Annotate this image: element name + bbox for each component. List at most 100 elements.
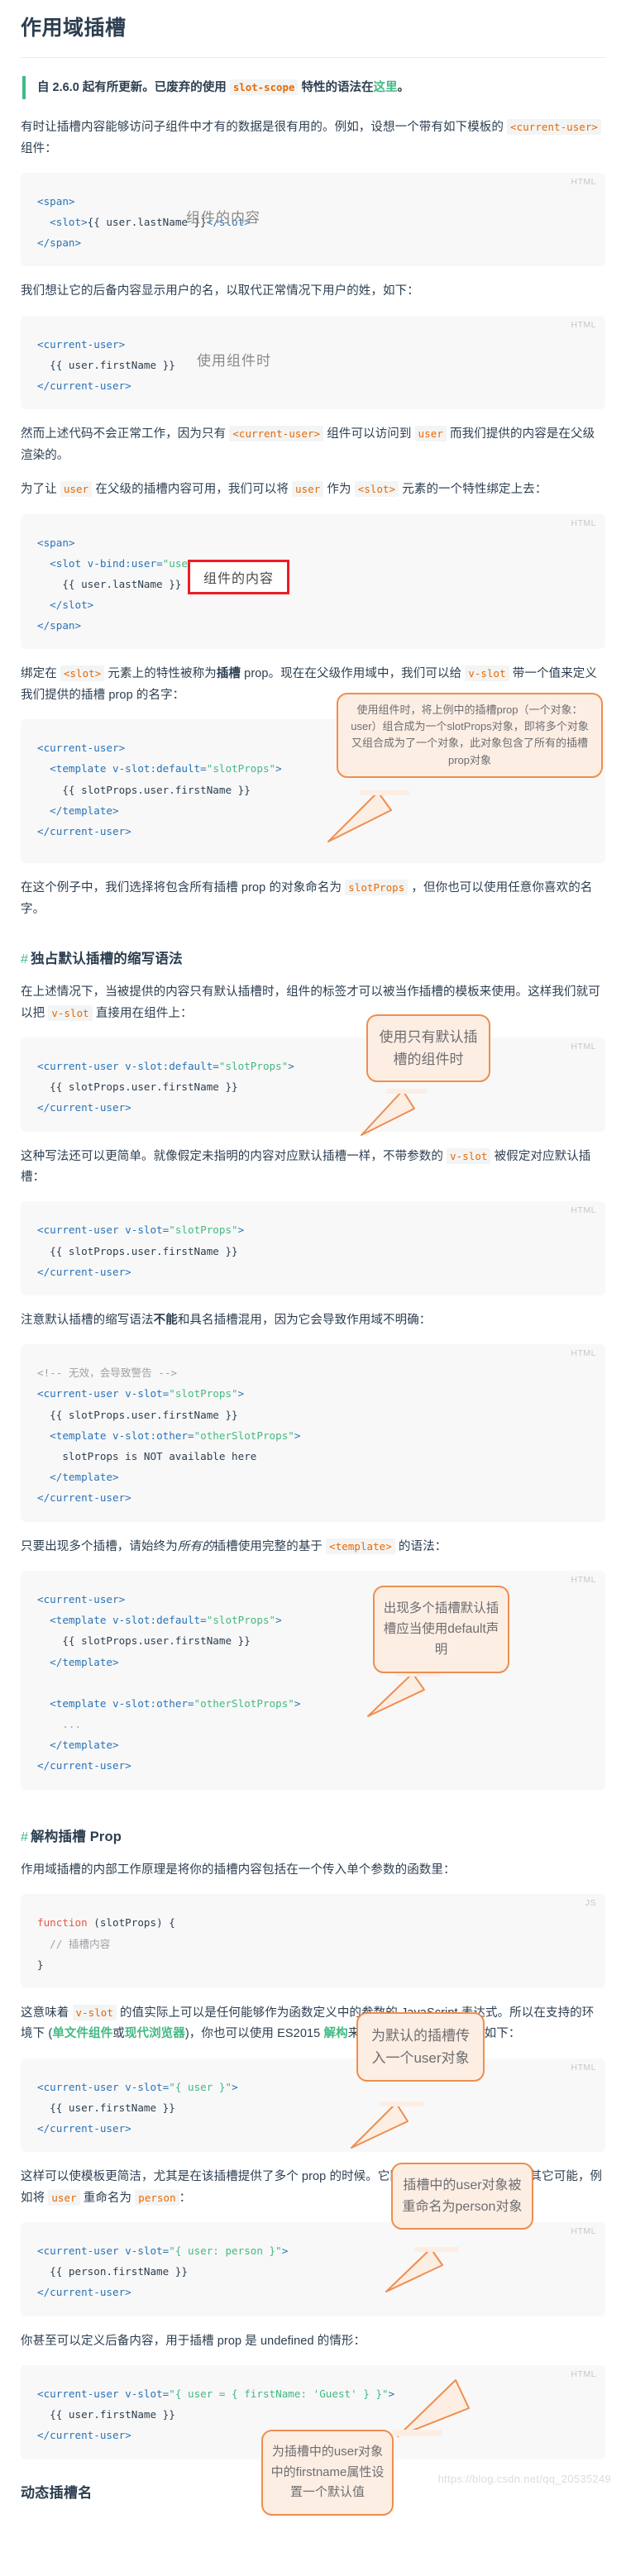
code-v-slot: v-slot xyxy=(48,1004,93,1021)
document-page: 作用域插槽 自 2.6.0 起有所更新。已废弃的使用 slot-scope 特性… xyxy=(0,0,626,2523)
paragraph-intro: 有时让插槽内容能够访问子组件中才有的数据是很有用的。例如，设想一个带有如下模板的… xyxy=(21,117,605,160)
code-block-9: JS function (slotProps) { // 插槽内容 } xyxy=(21,1894,605,1988)
code-block-5: HTML <current-user v-slot:default="slotP… xyxy=(21,1014,605,1137)
tip-middle: 特性的语法在 xyxy=(298,80,374,94)
link-modern-browsers[interactable]: 现代浏览器 xyxy=(125,2027,185,2040)
watermark-url: https://blog.csdn.net/qq_20535249 xyxy=(437,2472,611,2485)
paragraph-no-mixing: 注意默认插槽的缩写语法不能和具名插槽混用，因为它会导致作用域不明确： xyxy=(21,1310,605,1331)
text-fragment: 这意味着 xyxy=(21,2006,73,2020)
text-fragment: 插槽使用完整的基于 xyxy=(213,1539,327,1553)
title-divider xyxy=(21,56,605,58)
code-current-user: <current-user> xyxy=(229,426,324,442)
code-content-3[interactable]: <span> <slot v-bind:user="user"> {{ user… xyxy=(37,532,589,637)
section-title-text: 独占默认插槽的缩写语法 xyxy=(31,951,183,966)
annotation-component-content-1: 组件的内容 xyxy=(186,209,260,226)
code-slotprops: slotProps xyxy=(345,880,409,896)
link-destructuring[interactable]: 解构 xyxy=(323,2027,347,2040)
tip-code-slot-scope: slot-scope xyxy=(229,79,299,95)
code-lang-label: HTML xyxy=(571,1042,596,1052)
section-header-destructuring: # 解构插槽 Prop xyxy=(21,1828,605,1847)
code-content-2[interactable]: <current-user> {{ user.firstName }} </cu… xyxy=(37,334,589,397)
tip-link-here[interactable]: 这里 xyxy=(373,81,397,94)
code-v-slot: v-slot xyxy=(447,1147,491,1164)
code-content-5[interactable]: <current-user v-slot:default="slotProps"… xyxy=(37,1056,589,1119)
code-block-12: HTML <current-user v-slot="{ user = { fi… xyxy=(21,2364,605,2516)
section-title-1: # 独占默认插槽的缩写语法 xyxy=(21,950,605,969)
text-fragment: 元素上的特性被称为 xyxy=(104,667,217,681)
text-fragment: 和具名插槽混用，因为它会导致作用域不明确： xyxy=(177,1313,432,1327)
text-fragment: 或 xyxy=(112,2027,125,2041)
code-user: user xyxy=(48,2189,80,2206)
text-strong: 插槽 xyxy=(216,667,241,681)
paragraph-js-expression: 这意味着 v-slot 的值实际上可以是任何能够作为函数定义中的参数的 Java… xyxy=(21,2003,605,2045)
code-content-7[interactable]: <!-- 无效，会导致警告 --> <current-user v-slot="… xyxy=(37,1362,589,1508)
code-person: person xyxy=(135,2189,179,2206)
text-es2015: ES2015 xyxy=(277,2027,321,2041)
code-lang-label: HTML xyxy=(571,176,596,187)
text-fragment: 重命名为 xyxy=(79,2191,136,2205)
text-fragment: 你甚至可以定义后备内容，用于插槽 prop 是 undefined 的情形： xyxy=(21,2334,366,2348)
code-block-2: HTML <current-user> {{ user.firstName }}… xyxy=(21,315,605,410)
text-fragment: 有时让插槽内容能够访问子组件中才有的数据是很有用的。例如，设想一个带有如下模板的 xyxy=(21,121,508,135)
section-header-abbrev-default-slot: # 独占默认插槽的缩写语法 xyxy=(21,950,605,969)
code-block-8: HTML <current-user> <template v-slot:def… xyxy=(21,1570,605,1790)
code-content-11[interactable]: <current-user v-slot="{ user: person }">… xyxy=(37,2240,589,2303)
code-lang-label: HTML xyxy=(571,319,596,330)
tip-prefix: 自 2.6.0 起有所更新。已废弃的使用 xyxy=(37,80,230,94)
code-lang-label: HTML xyxy=(571,1205,596,1216)
annotation-when-using-component-1: 使用组件时 xyxy=(197,352,271,369)
annotation-pass-user-object: 为默认的插槽传入一个user对象 xyxy=(356,2011,485,2082)
annotation-default-firstname: 为插槽中的user对象中的firstname属性设置一个默认值 xyxy=(261,2429,394,2516)
text-fragment: 绑定在 xyxy=(21,667,60,681)
link-single-file-components[interactable]: 单文件组件 xyxy=(52,2027,112,2040)
anchor-hash-icon[interactable]: # xyxy=(21,952,28,966)
text-strong: 不能 xyxy=(153,1313,178,1327)
code-lang-label: HTML xyxy=(571,2368,596,2379)
paragraph-fallback-undefined: 你甚至可以定义后备内容，用于插槽 prop 是 undefined 的情形： xyxy=(21,2331,605,2352)
code-block-1: HTML <span> <slot>{{ user.lastName }}</s… xyxy=(21,172,605,267)
code-content-9[interactable]: function (slotProps) { // 插槽内容 } xyxy=(37,1912,589,1975)
text-fragment: prop。现在在父级作用域中，我们可以给 xyxy=(241,667,466,681)
text-fragment: 只要出现多个插槽，请始终为 xyxy=(21,1539,178,1553)
bubble-tail-4 xyxy=(351,2101,424,2149)
code-lang-label: HTML xyxy=(571,2062,596,2073)
code-content-10[interactable]: <current-user v-slot="{ user }"> {{ user… xyxy=(37,2077,589,2140)
text-fragment: 的语法： xyxy=(394,1539,447,1553)
text-emphasis: 所有的 xyxy=(177,1539,214,1553)
bubble-tail-3 xyxy=(367,1671,441,1717)
paragraph-bind-user: 为了让 user 在父级的插槽内容可用，我们可以将 user 作为 <slot>… xyxy=(21,479,605,500)
annotation-rename-to-person: 插槽中的user对象被重命名为person对象 xyxy=(391,2163,533,2230)
code-block-11: HTML <current-user v-slot="{ user: perso… xyxy=(21,2163,605,2316)
code-slot: <slot> xyxy=(60,665,105,682)
code-content-1[interactable]: <span> <slot>{{ user.lastName }}</slot> … xyxy=(37,191,589,254)
code-block-10: HTML <current-user v-slot="{ user }"> {{… xyxy=(21,2011,605,2153)
code-block-3: HTML <span> <slot v-bind:user="user"> {{… xyxy=(21,513,605,650)
paragraph-multi-slots: 只要出现多个插槽，请始终为所有的插槽使用完整的基于 <template> 的语法… xyxy=(21,1537,605,1558)
paragraph-naming: 在这个例子中，我们选择将包含所有插槽 prop 的对象命名为 slotProps… xyxy=(21,878,605,920)
text-fragment: )，你也可以使用 xyxy=(184,2027,278,2041)
annotation-use-default-declaration: 出现多个插槽默认插槽应当使用default声明 xyxy=(373,1585,509,1674)
code-slot: <slot> xyxy=(354,481,399,498)
annotation-component-content-2: 组件的内容 xyxy=(188,559,290,594)
text-fragment: 这种写法还可以更简单。就像假定未指明的内容对应默认插槽一样，不带参数的 xyxy=(21,1149,447,1163)
text-fragment: 组件可以访问到 xyxy=(323,427,415,441)
paragraph-simpler: 这种写法还可以更简单。就像假定未指明的内容对应默认插槽一样，不带参数的 v-sl… xyxy=(21,1147,605,1189)
code-current-user: <current-user> xyxy=(507,119,601,136)
code-v-slot: v-slot xyxy=(72,2004,117,2020)
tip-suffix: 。 xyxy=(397,80,409,94)
code-content-6[interactable]: <current-user v-slot="slotProps"> {{ slo… xyxy=(37,1219,589,1282)
code-lang-label: JS xyxy=(585,1898,596,1909)
code-lang-label: HTML xyxy=(571,1574,596,1585)
text-fragment: 组件： xyxy=(21,141,57,155)
anchor-hash-icon[interactable]: # xyxy=(21,1830,28,1844)
code-lang-label: HTML xyxy=(571,2226,596,2237)
code-template: <template> xyxy=(326,1538,395,1554)
text-fragment: 元素的一个特性绑定上去： xyxy=(399,483,547,497)
text-fragment: 直接用在组件上： xyxy=(92,1006,193,1020)
code-block-6: HTML <current-user v-slot="slotProps"> {… xyxy=(21,1201,605,1295)
bubble-tail-5 xyxy=(385,2247,459,2293)
code-lang-label: HTML xyxy=(571,1348,596,1359)
text-fragment: 我们想让它的后备内容显示用户的名，以取代正常情况下用户的姓，如下： xyxy=(21,284,419,298)
text-fragment: ： xyxy=(179,2191,192,2205)
section-title-2: # 解构插槽 Prop xyxy=(21,1828,605,1847)
